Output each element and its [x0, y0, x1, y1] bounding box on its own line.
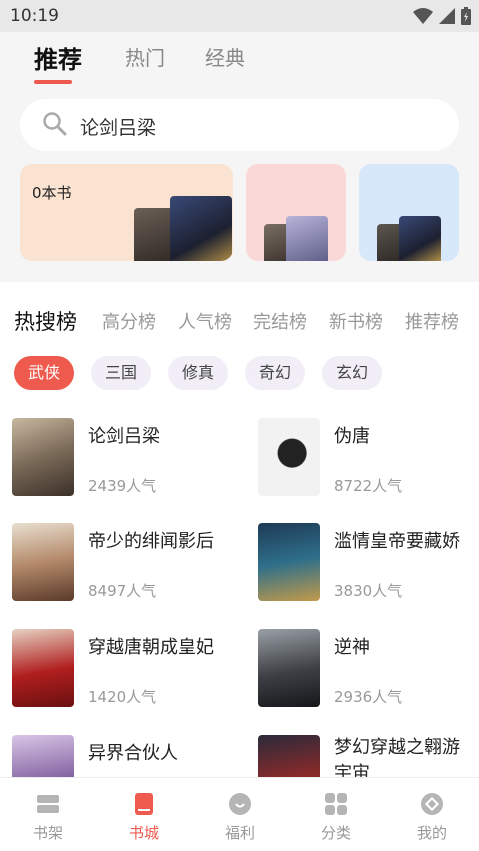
nav-bookstore[interactable]: 书城: [96, 778, 192, 851]
book-popularity: 2439人气: [88, 477, 157, 495]
rank-tab-recommend[interactable]: 推荐榜: [405, 308, 459, 334]
chip-wuxia[interactable]: 武侠: [14, 356, 74, 390]
rank-tab-high-score[interactable]: 高分榜: [102, 308, 156, 334]
chip-xuanhuan[interactable]: 玄幻: [322, 356, 382, 390]
top-tabs: 推荐 热门 经典: [0, 32, 479, 92]
chip-xiuzhen[interactable]: 修真: [168, 356, 228, 390]
chip-sanguo[interactable]: 三国: [91, 356, 151, 390]
wifi-icon: [413, 8, 433, 24]
book-title: 滥情皇帝要藏娇: [334, 531, 460, 552]
bookstore-icon: [135, 793, 153, 815]
book-item[interactable]: 异界合伙人: [12, 735, 232, 777]
book-item[interactable]: 滥情皇帝要藏娇 3830人气: [258, 523, 478, 603]
genre-chips: 武侠 三国 修真 奇幻 玄幻: [0, 356, 479, 392]
book-title: 梦幻穿越之翱游宇宙: [334, 737, 460, 777]
bottom-nav: 书架 书城 福利 分类 我的: [0, 777, 479, 851]
book-popularity: 2936人气: [334, 688, 403, 706]
book-popularity: 3830人气: [334, 582, 403, 600]
book-cover: [12, 523, 74, 601]
book-item[interactable]: 帝少的绯闻影后 8497人气: [12, 523, 232, 603]
book-cover: [12, 418, 74, 496]
nav-label: 我的: [416, 824, 447, 842]
book-title: 论剑吕梁: [88, 426, 160, 447]
nav-label: 分类: [320, 824, 351, 842]
status-icons: [413, 7, 471, 25]
book-cover: [12, 629, 74, 707]
book-item[interactable]: 伪唐 8722人气: [258, 418, 478, 498]
search-query: 论剑吕梁: [80, 117, 157, 139]
nav-category[interactable]: 分类: [288, 778, 384, 851]
status-time: 10:19: [10, 6, 59, 26]
shelf-card-3[interactable]: [359, 164, 459, 261]
nav-bookshelf[interactable]: 书架: [0, 778, 96, 851]
nav-profile[interactable]: 我的: [384, 778, 479, 851]
book-popularity: 8722人气: [334, 477, 403, 495]
rank-tab-hot-search[interactable]: 热搜榜: [14, 306, 77, 336]
book-cover: [258, 735, 320, 777]
book-item[interactable]: 穿越唐朝成皇妃 1420人气: [12, 629, 232, 709]
book-title: 逆神: [334, 637, 370, 658]
gift-icon: [229, 793, 251, 815]
shelf-card-2[interactable]: [246, 164, 346, 261]
search-icon: [43, 112, 67, 136]
book-title: 穿越唐朝成皇妃: [88, 637, 214, 658]
shelf-card-reading[interactable]: 0本书: [20, 164, 233, 261]
active-tab-indicator: [34, 80, 72, 84]
book-list: 论剑吕梁 2439人气 伪唐 8722人气 帝少的绯闻影后 8497人气 滥情皇…: [0, 415, 479, 777]
search-input[interactable]: 论剑吕梁: [20, 99, 459, 151]
category-icon: [325, 793, 347, 815]
book-item[interactable]: 逆神 2936人气: [258, 629, 478, 709]
shelf-cover-front: [399, 216, 441, 261]
book-count: 0本书: [32, 184, 72, 202]
book-title: 伪唐: [334, 426, 370, 447]
book-item[interactable]: 论剑吕梁 2439人气: [12, 418, 232, 498]
book-item[interactable]: 梦幻穿越之翱游宇宙: [258, 735, 478, 777]
top-area: 推荐 热门 经典 论剑吕梁 0本书: [0, 32, 479, 282]
status-bar: 10:19: [0, 0, 479, 32]
chip-qihuan[interactable]: 奇幻: [245, 356, 305, 390]
book-title: 帝少的绯闻影后: [88, 531, 214, 552]
tab-recommend[interactable]: 推荐: [34, 40, 82, 75]
book-cover: [12, 735, 74, 777]
battery-icon: [461, 7, 471, 25]
nav-welfare[interactable]: 福利: [192, 778, 288, 851]
nav-label: 福利: [224, 824, 255, 842]
rank-tabs: 热搜榜 高分榜 人气榜 完结榜 新书榜 推荐榜: [0, 300, 479, 340]
book-cover: [258, 523, 320, 601]
tab-hot[interactable]: 热门: [125, 42, 165, 71]
rank-tab-popular[interactable]: 人气榜: [178, 308, 232, 334]
tab-classic[interactable]: 经典: [205, 42, 245, 71]
signal-icon: [439, 8, 455, 24]
nav-label: 书城: [128, 824, 159, 842]
book-title: 异界合伙人: [88, 743, 178, 764]
shelf-cover-front: [170, 196, 232, 261]
book-popularity: 1420人气: [88, 688, 157, 706]
shelf-cover-front: [286, 216, 328, 261]
rank-tab-new[interactable]: 新书榜: [329, 308, 383, 334]
nav-label: 书架: [32, 824, 63, 842]
profile-icon: [421, 793, 443, 815]
rank-tab-completed[interactable]: 完结榜: [253, 308, 307, 334]
bookshelf-icon: [37, 795, 59, 813]
book-popularity: 8497人气: [88, 582, 157, 600]
book-cover: [258, 629, 320, 707]
book-cover: [258, 418, 320, 496]
